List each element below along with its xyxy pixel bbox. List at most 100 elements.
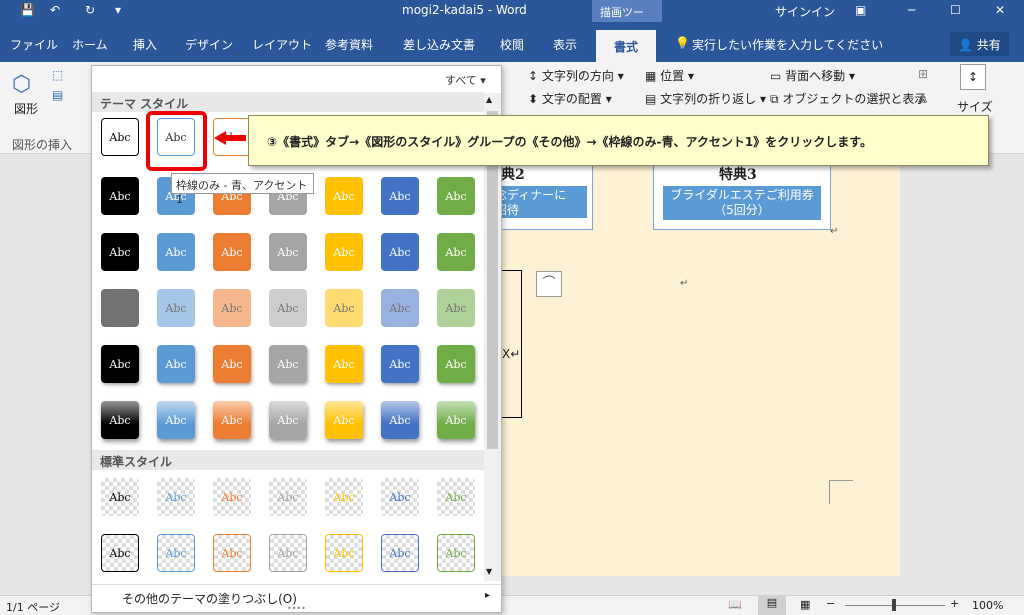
shapes-icon[interactable]: ⬡ [12, 72, 31, 97]
style-swatch-theme-r2-c6[interactable]: Abc [381, 177, 419, 215]
style-swatch-theme-r5-c1[interactable]: Abc [101, 345, 139, 383]
style-swatch-theme-r2-c1[interactable]: Abc [101, 177, 139, 215]
style-swatch-standard-r2-c5[interactable]: Abc [325, 534, 363, 572]
ribbon-display-icon[interactable]: ▣ [855, 3, 866, 17]
edit-shape-icon[interactable]: ⬚ [52, 68, 63, 82]
tab-layout[interactable]: レイアウト [252, 36, 312, 53]
style-swatch-standard-r2-c7[interactable]: Abc [437, 534, 475, 572]
style-swatch-standard-r1-c6[interactable]: Abc [381, 478, 419, 516]
style-swatch-theme-r6-c6[interactable]: Abc [381, 401, 419, 439]
style-swatch-theme-r3-c5[interactable]: Abc [325, 233, 363, 271]
tab-mailings[interactable]: 差し込み文書 [403, 36, 475, 53]
style-swatch-theme-r2-c5[interactable]: Abc [325, 177, 363, 215]
scroll-up-icon[interactable]: ▲ [486, 95, 492, 104]
document-page[interactable]: 典2 念ディナーに 招待 特典3 ブライダルエステご利用券 （5回分） ↵ ↵ … [490, 154, 900, 576]
position-label: 位置 [660, 69, 685, 83]
style-swatch-theme-r4-c5[interactable]: Abc [325, 289, 363, 327]
wrap-text-button[interactable]: ▤ 文字列の折り返し ▾ [645, 90, 766, 107]
style-swatch-theme-r6-c7[interactable]: Abc [437, 401, 475, 439]
style-swatch-standard-r1-c5[interactable]: Abc [325, 478, 363, 516]
selection-pane-button[interactable]: ⧉ オブジェクトの選択と表示 [770, 90, 926, 107]
style-swatch-theme-r5-c7[interactable]: Abc [437, 345, 475, 383]
maximize-icon[interactable]: ☐ [950, 3, 961, 17]
tab-review[interactable]: 校閲 [500, 36, 524, 53]
style-swatch-theme-r3-c2[interactable]: Abc [157, 233, 195, 271]
style-swatch-theme-r6-c1[interactable]: Abc [101, 401, 139, 439]
zoom-slider-thumb[interactable] [892, 599, 896, 611]
style-swatch-standard-r1-c1[interactable]: Abc [101, 478, 139, 516]
style-swatch-theme-r5-c6[interactable]: Abc [381, 345, 419, 383]
style-swatch-theme-r5-c5[interactable]: Abc [325, 345, 363, 383]
size-icon[interactable]: ↕ [960, 64, 986, 90]
style-swatch-standard-r2-c6[interactable]: Abc [381, 534, 419, 572]
style-swatch-theme-r3-c4[interactable]: Abc [269, 233, 307, 271]
zoom-level[interactable]: 100% [972, 599, 1003, 612]
quick-access-customize-icon[interactable]: ▾ [115, 3, 121, 17]
style-swatch-theme-r5-c3[interactable]: Abc [213, 345, 251, 383]
zoom-in-icon[interactable]: + [950, 597, 959, 610]
style-swatch-theme-r4-c1[interactable]: Abc [101, 289, 139, 327]
style-swatch-theme-r5-c2[interactable]: Abc [157, 345, 195, 383]
style-swatch-theme-r2-c7[interactable]: Abc [437, 177, 475, 215]
style-swatch-standard-r2-c1[interactable]: Abc [101, 534, 139, 572]
style-swatch-standard-r2-c2[interactable]: Abc [157, 534, 195, 572]
share-button[interactable]: 👤 共有 [950, 32, 1009, 56]
style-swatch-theme-r1-c1[interactable]: Abc [101, 118, 139, 156]
style-swatch-theme-r3-c1[interactable]: Abc [101, 233, 139, 271]
align-icon[interactable]: ⊞ [918, 67, 928, 81]
read-mode-icon[interactable]: 📖 [728, 598, 742, 611]
tab-insert[interactable]: 挿入 [133, 36, 157, 53]
tab-format[interactable]: 書式 [596, 30, 657, 62]
zoom-out-icon[interactable]: − [826, 597, 835, 610]
style-swatch-theme-r3-c7[interactable]: Abc [437, 233, 475, 271]
style-swatch-theme-r4-c7[interactable]: Abc [437, 289, 475, 327]
style-swatch-theme-r3-c6[interactable]: Abc [381, 233, 419, 271]
gallery-filter-dropdown[interactable]: すべて ▾ [445, 72, 486, 88]
style-swatch-theme-r4-c6[interactable]: Abc [381, 289, 419, 327]
tab-view[interactable]: 表示 [553, 36, 577, 53]
style-swatch-theme-r6-c3[interactable]: Abc [213, 401, 251, 439]
text-align-button[interactable]: ⬍ 文字の配置 ▾ [528, 90, 612, 107]
save-icon[interactable]: 💾 [20, 3, 35, 17]
layout-options-icon[interactable]: ⌒ [536, 271, 562, 297]
text-box-icon[interactable]: ▤ [52, 88, 63, 102]
style-swatch-theme-r4-c3[interactable]: Abc [213, 289, 251, 327]
style-swatch-standard-r1-c7[interactable]: Abc [437, 478, 475, 516]
tab-file[interactable]: ファイル [10, 36, 58, 53]
style-swatch-theme-r6-c4[interactable]: Abc [269, 401, 307, 439]
style-swatch-theme-r6-c2[interactable]: Abc [157, 401, 195, 439]
minimize-icon[interactable]: ─ [908, 3, 915, 17]
page-count[interactable]: 1/1 ページ [6, 599, 60, 615]
tab-design[interactable]: デザイン [185, 36, 233, 53]
close-icon[interactable]: ✕ [995, 3, 1005, 17]
web-layout-icon[interactable]: ▦ [800, 598, 810, 611]
scroll-down-icon[interactable]: ▼ [486, 567, 492, 576]
style-swatch-standard-r2-c3[interactable]: Abc [213, 534, 251, 572]
gallery-scrollbar[interactable]: ▲ ▼ [484, 93, 501, 581]
signin-link[interactable]: サインイン [775, 3, 835, 20]
style-swatch-theme-r4-c4[interactable]: Abc [269, 289, 307, 327]
text-direction-button[interactable]: ↕ 文字列の方向 ▾ [528, 67, 624, 84]
tab-home[interactable]: ホーム [72, 36, 108, 53]
style-swatch-standard-r1-c2[interactable]: Abc [157, 478, 195, 516]
style-swatch-standard-r2-c4[interactable]: Abc [269, 534, 307, 572]
position-button[interactable]: ▦ 位置 ▾ [645, 67, 694, 84]
undo-icon[interactable]: ↶ [50, 3, 60, 17]
tell-me-input[interactable]: 実行したい作業を入力してください [692, 36, 883, 53]
redo-icon[interactable]: ↻ [85, 3, 95, 17]
resize-grip-icon[interactable]: •••• [287, 604, 306, 613]
style-swatch-standard-r1-c3[interactable]: Abc [213, 478, 251, 516]
style-swatch-theme-r5-c4[interactable]: Abc [269, 345, 307, 383]
style-swatch-theme-r4-c2[interactable]: Abc [157, 289, 195, 327]
size-label[interactable]: サイズ [957, 98, 993, 115]
style-swatch-standard-r1-c4[interactable]: Abc [269, 478, 307, 516]
tab-references[interactable]: 参考資料 [325, 36, 373, 53]
swatch-label: Abc [333, 546, 355, 560]
rotate-icon[interactable]: ◭ [918, 90, 927, 104]
send-backward-button[interactable]: ▭ 背面へ移動 ▾ [770, 67, 855, 84]
shapes-label[interactable]: 図形 [14, 100, 38, 117]
style-swatch-theme-r3-c3[interactable]: Abc [213, 233, 251, 271]
style-swatch-theme-r6-c5[interactable]: Abc [325, 401, 363, 439]
more-theme-fills-item[interactable]: その他のテーマの塗りつぶし(O) [122, 590, 297, 607]
print-layout-icon[interactable]: ▤ [758, 596, 786, 615]
